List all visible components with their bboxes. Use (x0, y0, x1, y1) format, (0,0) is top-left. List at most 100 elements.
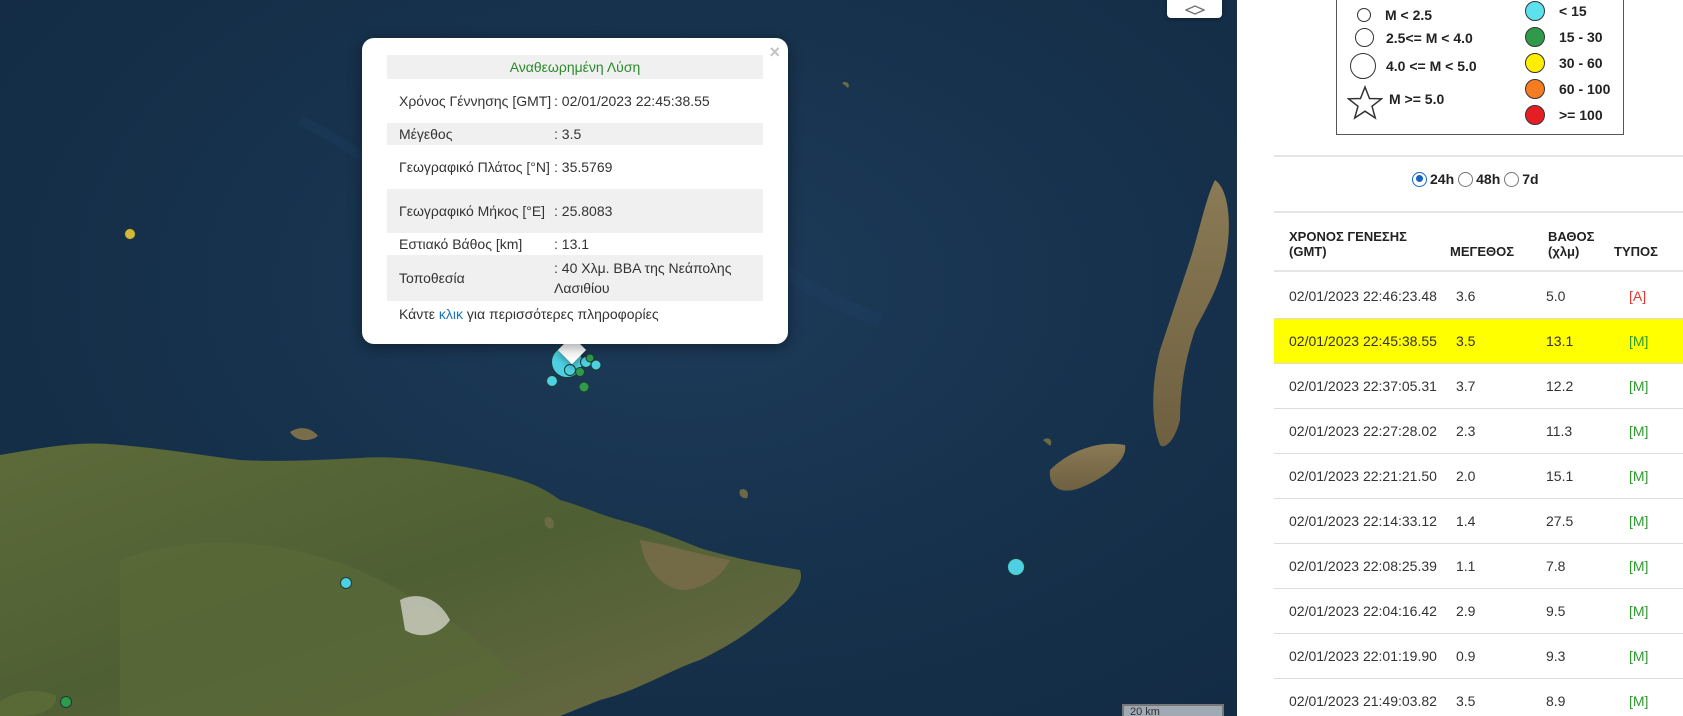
cell-depth: 7.8 (1546, 558, 1566, 574)
popup-label: Γεωγραφικό Μήκος [°E] (399, 203, 546, 219)
popup-row-depth: Εστιακό Βάθος [km] : 13.1 (387, 233, 763, 255)
radio-icon[interactable] (1504, 171, 1520, 187)
popup-footer-text: για περισσότερες πληροφορίες (463, 306, 659, 322)
radio-selected-icon[interactable] (1412, 171, 1427, 187)
popup-label: Χρόνος Γέννησης [GMT] (399, 93, 552, 109)
header-type[interactable]: ΤΥΠΟΣ (1614, 244, 1658, 259)
cell-type: [A] (1629, 288, 1647, 304)
cell-type: [M] (1629, 513, 1649, 529)
medium-circle-icon (1355, 28, 1374, 47)
time-range-filter: 24h 48h 7d (1412, 171, 1543, 187)
table-row[interactable]: 02/01/2023 22:08:25.39 1.1 7.8 [M] (1274, 544, 1683, 589)
earthquake-table: 02/01/2023 22:46:23.48 3.6 5.0 [A] 02/01… (1274, 274, 1683, 716)
cell-depth: 5.0 (1546, 288, 1566, 304)
table-row[interactable]: 02/01/2023 22:46:23.48 3.6 5.0 [A] (1274, 274, 1683, 319)
cell-magnitude: 2.3 (1456, 423, 1476, 439)
more-info-link[interactable]: κλικ (439, 306, 463, 322)
table-row[interactable]: 02/01/2023 21:49:03.82 3.5 8.9 [M] (1274, 679, 1683, 716)
quake-marker[interactable] (578, 381, 590, 393)
legend-label: >= 100 (1559, 107, 1603, 123)
legend-depth-5: >= 100 (1525, 105, 1603, 125)
cell-type: [M] (1629, 648, 1649, 664)
table-row[interactable]: 02/01/2023 22:01:19.90 0.9 9.3 [M] (1274, 634, 1683, 679)
popup-value: : 3.5 (554, 126, 582, 142)
radio-icon[interactable] (1458, 171, 1474, 187)
layers-icon (1184, 5, 1205, 15)
quake-marker[interactable] (575, 367, 585, 377)
filter-24h[interactable]: 24h (1412, 171, 1454, 187)
header-time-line2: (GMT) (1289, 244, 1327, 259)
quake-marker[interactable] (60, 696, 72, 708)
cell-magnitude: 3.5 (1456, 333, 1476, 349)
header-time-line1: ΧΡΟΝΟΣ ΓΕΝΕΣΗΣ (1289, 229, 1407, 244)
table-row-selected[interactable]: 02/01/2023 22:45:38.55 3.5 13.1 [M] (1274, 319, 1683, 364)
filter-48h[interactable]: 48h (1458, 171, 1500, 187)
map-view[interactable]: × Αναθεωρημένη Λύση Χρόνος Γέννησης [GMT… (0, 0, 1237, 716)
sidebar: M < 2.5 2.5<= M < 4.0 4.0 <= M < 5.0 M >… (1237, 0, 1683, 716)
legend-magnitude-1: M < 2.5 (1352, 7, 1432, 23)
cell-type: [M] (1629, 468, 1649, 484)
popup-label: Μέγεθος (399, 126, 453, 142)
filter-label: 24h (1430, 171, 1455, 187)
layer-switcher-button[interactable] (1167, 0, 1222, 18)
cell-magnitude: 1.1 (1456, 558, 1476, 574)
karpathos-island (1153, 180, 1229, 447)
depth-swatch (1525, 53, 1545, 73)
cell-time: 02/01/2023 22:46:23.48 (1289, 288, 1437, 304)
popup-details: Χρόνος Γέννησης [GMT] : 02/01/2023 22:45… (387, 79, 763, 301)
earthquake-popup: × Αναθεωρημένη Λύση Χρόνος Γέννησης [GMT… (362, 38, 788, 344)
table-row[interactable]: 02/01/2023 22:04:16.42 2.9 9.5 [M] (1274, 589, 1683, 634)
quake-marker[interactable] (124, 228, 136, 240)
cell-depth: 9.3 (1546, 648, 1566, 664)
legend-magnitude-4: M >= 5.0 (1347, 85, 1444, 121)
legend-depth-4: 60 - 100 (1525, 79, 1610, 99)
header-magnitude[interactable]: ΜΕΓΕΘΟΣ (1450, 244, 1514, 259)
cell-depth: 15.1 (1546, 468, 1574, 484)
star-icon (1347, 85, 1383, 120)
depth-swatch (1525, 105, 1545, 125)
filter-label: 48h (1476, 171, 1501, 187)
quake-marker[interactable] (585, 353, 595, 363)
legend-label: 4.0 <= M < 5.0 (1386, 58, 1477, 74)
quake-marker[interactable] (340, 577, 352, 589)
quake-marker[interactable] (546, 375, 558, 387)
legend-label: M < 2.5 (1385, 7, 1433, 23)
cell-magnitude: 0.9 (1456, 648, 1476, 664)
header-depth[interactable]: ΒΑΘΟΣ (χλμ) (1548, 229, 1594, 259)
close-icon[interactable]: × (769, 42, 780, 63)
table-row[interactable]: 02/01/2023 22:27:28.02 2.3 11.3 [M] (1274, 409, 1683, 454)
cell-time: 02/01/2023 22:08:25.39 (1289, 558, 1437, 574)
filter-label: 7d (1522, 171, 1539, 187)
filter-7d[interactable]: 7d (1504, 171, 1539, 187)
cell-magnitude: 2.0 (1456, 468, 1476, 484)
popup-value: : 35.5769 (554, 159, 613, 175)
cell-type: [M] (1629, 333, 1649, 349)
table-row[interactable]: 02/01/2023 22:37:05.31 3.7 12.2 [M] (1274, 364, 1683, 409)
cell-time: 02/01/2023 22:01:19.90 (1289, 648, 1437, 664)
cell-depth: 12.2 (1546, 378, 1574, 394)
popup-footer-text: Κάντε (399, 306, 439, 322)
quake-marker[interactable] (1007, 558, 1025, 576)
cell-type: [M] (1629, 603, 1649, 619)
cell-magnitude: 3.5 (1456, 693, 1476, 709)
cell-magnitude: 3.7 (1456, 378, 1476, 394)
popup-row-magnitude: Μέγεθος : 3.5 (387, 123, 763, 145)
cell-depth: 9.5 (1546, 603, 1566, 619)
table-row[interactable]: 02/01/2023 22:21:21.50 2.0 15.1 [M] (1274, 454, 1683, 499)
divider (1274, 270, 1683, 272)
cell-depth: 27.5 (1546, 513, 1574, 529)
cell-time: 02/01/2023 22:21:21.50 (1289, 468, 1437, 484)
legend-label: 15 - 30 (1559, 29, 1603, 45)
cell-time: 02/01/2023 22:37:05.31 (1289, 378, 1437, 394)
legend-label: M >= 5.0 (1389, 91, 1445, 107)
table-row[interactable]: 02/01/2023 22:14:33.12 1.4 27.5 [M] (1274, 499, 1683, 544)
popup-value: : 25.8083 (554, 203, 613, 219)
legend-depth-3: 30 - 60 (1525, 53, 1603, 73)
header-time[interactable]: ΧΡΟΝΟΣ ΓΕΝΕΣΗΣ (GMT) (1289, 229, 1407, 259)
depth-swatch (1525, 79, 1545, 99)
cell-type: [M] (1629, 558, 1649, 574)
popup-label: Γεωγραφικό Πλάτος [°N] (399, 159, 550, 175)
cell-depth: 11.3 (1546, 423, 1573, 439)
legend-depth-2: 15 - 30 (1525, 27, 1603, 47)
legend-label: 60 - 100 (1559, 81, 1611, 97)
